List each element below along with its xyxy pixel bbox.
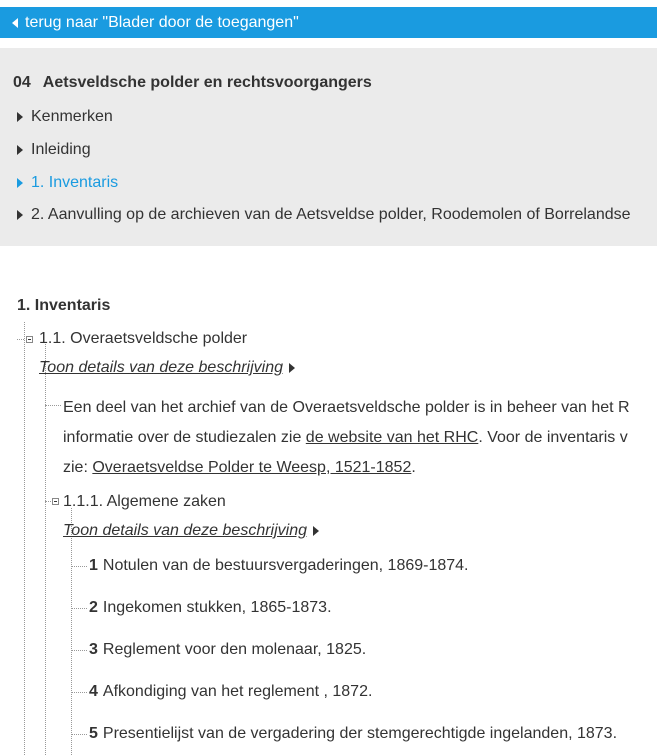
toc-panel: 04 Aetsveldsche polder en rechtsvoorgange…	[0, 48, 657, 246]
item-text: Afkondiging van het reglement , 1872.	[102, 683, 373, 700]
caret-right-icon	[17, 112, 23, 122]
details-link-label[interactable]: Toon details van deze beschrijving	[63, 522, 307, 539]
list-item[interactable]: 2 Ingekomen stukken, 1865-1873.	[89, 599, 332, 617]
tree-line	[71, 566, 87, 567]
collapse-toggle-icon[interactable]	[26, 336, 33, 343]
toc-item-inleiding[interactable]: Inleiding	[17, 141, 91, 159]
node-description: Een deel van het archief van de Overaets…	[63, 393, 630, 483]
caret-right-icon	[17, 145, 23, 155]
toc-item-label: 1. Inventaris	[31, 174, 119, 191]
tree-line	[71, 650, 87, 651]
tree-node-label[interactable]: 1.1. Overaetsveldsche polder	[39, 330, 247, 348]
item-number: 4	[89, 683, 98, 700]
item-text: Notulen van de bestuursvergaderingen, 18…	[102, 557, 469, 574]
caret-right-icon	[17, 178, 23, 188]
item-text: Ingekomen stukken, 1865-1873.	[102, 599, 332, 616]
description-text: informatie over de studiezalen zie	[63, 429, 306, 446]
rhc-website-link[interactable]: de website van het RHC	[306, 429, 479, 446]
tree-line	[71, 734, 87, 735]
list-item[interactable]: 1 Notulen van de bestuursvergaderingen, 1…	[89, 557, 469, 575]
tree-line	[17, 339, 24, 340]
toc-item-label: 2. Aanvulling op de archieven van de Aet…	[31, 206, 631, 223]
description-text: .	[411, 459, 416, 476]
item-number: 1	[89, 557, 98, 574]
toc-item-inventaris[interactable]: 1. Inventaris	[17, 174, 118, 192]
description-line: zie: Overaetsveldse Polder te Weesp, 152…	[63, 453, 630, 483]
description-text: . Voor de inventaris v	[478, 429, 628, 446]
description-line: Een deel van het archief van de Overaets…	[63, 399, 630, 416]
details-link-label[interactable]: Toon details van deze beschrijving	[39, 359, 283, 376]
back-link[interactable]: terug naar "Blader door de toegangen"	[0, 7, 657, 38]
tree-line	[71, 608, 87, 609]
toc-item-aanvulling[interactable]: 2. Aanvulling op de archieven van de Aet…	[17, 206, 631, 224]
details-link[interactable]: Toon details van deze beschrijving	[39, 359, 296, 377]
list-item[interactable]: 3 Reglement voor den molenaar, 1825.	[89, 641, 366, 659]
archive-title: 04 Aetsveldsche polder en rechtsvoorgange…	[13, 74, 372, 92]
toc-item-kenmerken[interactable]: Kenmerken	[17, 108, 113, 126]
description-line: informatie over de studiezalen zie de we…	[63, 423, 630, 453]
archive-title-text: Aetsveldsche polder en rechtsvoorgangers	[42, 74, 372, 91]
inventory-link[interactable]: Overaetsveldse Polder te Weesp, 1521-185…	[92, 459, 411, 476]
toc-item-label: Inleiding	[31, 141, 91, 158]
caret-right-icon	[17, 210, 23, 220]
list-item[interactable]: 4 Afkondiging van het reglement , 1872.	[89, 683, 372, 701]
tree-line	[71, 508, 72, 755]
description-text: zie:	[63, 459, 93, 476]
tree-line	[24, 322, 25, 755]
details-link[interactable]: Toon details van deze beschrijving	[63, 522, 320, 540]
caret-left-icon	[12, 17, 18, 28]
tree-line	[45, 405, 61, 406]
tree-line	[71, 692, 87, 693]
list-item[interactable]: 5 Presentielijst van de vergadering der s…	[89, 725, 617, 743]
item-text: Presentielijst van de vergadering der st…	[102, 725, 618, 742]
archive-number: 04	[13, 74, 31, 91]
caret-right-icon	[289, 362, 296, 373]
item-text: Reglement voor den molenaar, 1825.	[102, 641, 367, 658]
item-number: 5	[89, 725, 98, 742]
collapse-toggle-icon[interactable]	[52, 498, 59, 505]
tree-line	[45, 501, 51, 502]
item-number: 3	[89, 641, 98, 658]
caret-right-icon	[313, 525, 320, 536]
tree-node-label[interactable]: 1.1.1. Algemene zaken	[63, 493, 226, 511]
back-link-label: terug naar "Blader door de toegangen"	[25, 13, 299, 31]
section-title: 1. Inventaris	[17, 297, 111, 314]
toc-item-label: Kenmerken	[31, 108, 113, 125]
item-number: 2	[89, 599, 98, 616]
